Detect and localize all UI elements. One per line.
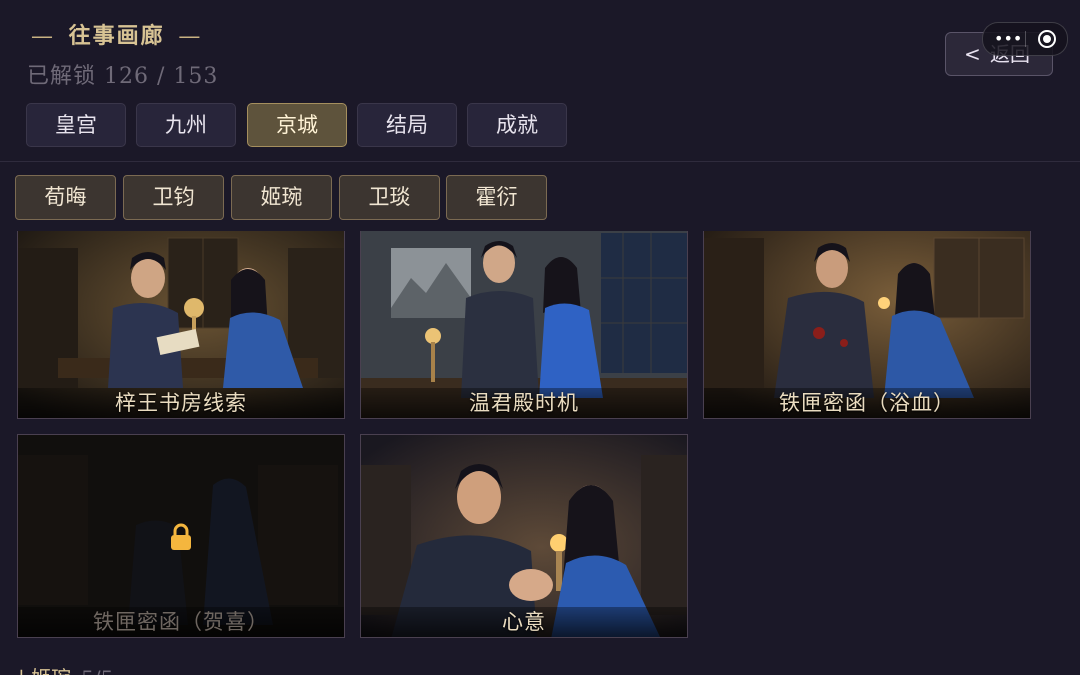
lock-icon	[171, 523, 191, 550]
next-section-count: 5/5	[81, 666, 113, 675]
tab-palace[interactable]: 皇宫	[26, 103, 126, 147]
gallery-card[interactable]: 铁匣密函（贺喜）	[17, 434, 345, 638]
next-section-label: 姬琬	[31, 666, 71, 675]
character-tab-2[interactable]: 卫钧	[123, 175, 224, 220]
tab-capital[interactable]: 京城	[247, 103, 347, 147]
page-title: — 往事画廊 —	[27, 18, 206, 50]
next-section-header: | 姬琬5/5	[18, 662, 113, 675]
gallery-card[interactable]: 铁匣密函（浴血）	[703, 231, 1031, 419]
gallery-card[interactable]: 温君殿时机	[360, 231, 688, 419]
gallery-card[interactable]: 梓王书房线索	[17, 231, 345, 419]
title-text: 往事画廊	[68, 23, 165, 49]
gallery-card[interactable]: 心意	[360, 434, 688, 638]
card-caption: 温君殿时机	[361, 388, 687, 418]
character-tab-1[interactable]: 荀晦	[15, 175, 116, 220]
card-caption: 梓王书房线索	[18, 388, 344, 418]
title-dash-right: —	[178, 24, 203, 49]
more-dots-icon[interactable]: •••	[994, 31, 1022, 47]
chevron-left-icon: <	[964, 42, 981, 66]
character-tab-3[interactable]: 姬琬	[231, 175, 332, 220]
character-tab-4[interactable]: 卫琰	[339, 175, 440, 220]
tab-endings[interactable]: 结局	[357, 103, 457, 147]
title-dash-left: —	[31, 24, 55, 49]
tab-jiuzhou[interactable]: 九州	[136, 103, 236, 147]
card-caption: 铁匣密函（浴血）	[704, 388, 1030, 418]
tab-achievements[interactable]: 成就	[467, 103, 567, 147]
card-caption: 铁匣密函（贺喜）	[18, 607, 344, 637]
unlock-progress: 已解锁 126 / 153	[27, 64, 219, 89]
capsule-divider	[1025, 31, 1026, 47]
header-divider	[0, 161, 1080, 162]
card-caption: 心意	[361, 607, 687, 637]
mini-program-capsule: •••	[982, 22, 1068, 56]
gallery-page: — 往事画廊 — 已解锁 126 / 153 < 返回 ••• 皇宫 九州 京城…	[0, 0, 1080, 675]
character-tab-5[interactable]: 霍衍	[446, 175, 547, 220]
gallery-grid: 梓王书房线索 温君殿时机 铁匣密函（浴血） 铁匣密函（贺喜） 心意	[0, 231, 1080, 675]
target-circle-icon[interactable]	[1038, 30, 1056, 48]
